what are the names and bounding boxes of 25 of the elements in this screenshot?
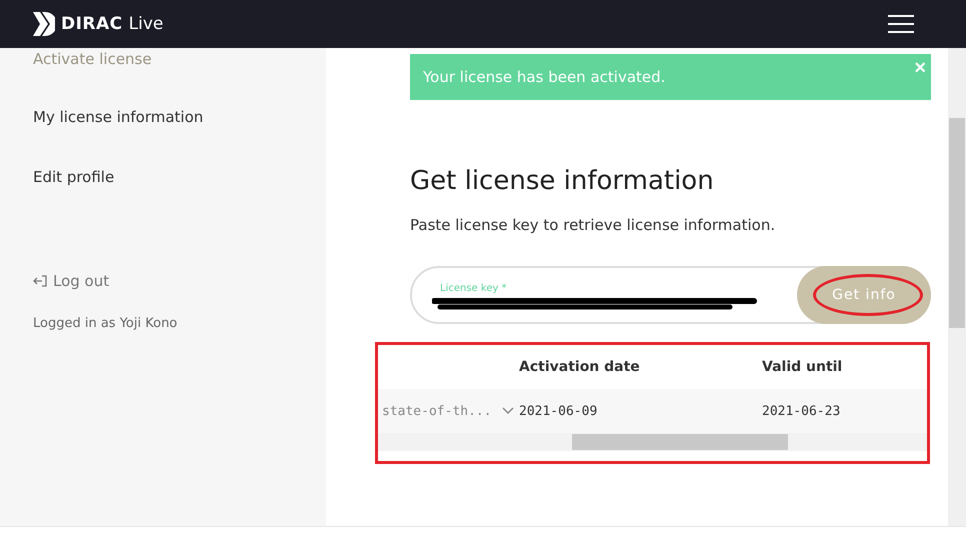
description-text: Paste license key to retrieve license information. xyxy=(410,216,776,234)
sidebar-item[interactable]: My license information xyxy=(33,108,204,126)
logout-icon xyxy=(33,275,47,287)
product-name: Live xyxy=(128,14,164,34)
logged-in-text: Logged in as Yoji Kono xyxy=(33,316,178,331)
sidebar-item[interactable]: Edit profile xyxy=(33,168,114,186)
close-button[interactable]: × xyxy=(914,57,926,80)
brand-name: DIRAC xyxy=(61,14,123,34)
vertical-scrollbar[interactable] xyxy=(948,48,966,526)
field-label: License key * xyxy=(440,283,507,294)
alert-message: Your license has been activated. xyxy=(423,68,666,86)
table-cell-text: 2021-06-23 xyxy=(762,404,842,418)
sidebar-item[interactable]: Activate license xyxy=(33,50,152,68)
table-cell: state-of-th... xyxy=(378,404,514,418)
get-info-button[interactable]: Get info xyxy=(797,266,931,324)
logout-link[interactable]: Log out xyxy=(33,272,110,290)
logo-icon xyxy=(33,12,55,36)
page-title: Get license information xyxy=(410,166,715,196)
license-key-field[interactable]: License key * Get info xyxy=(410,266,931,324)
chevron-down-icon[interactable] xyxy=(502,407,514,415)
column-header: Valid until xyxy=(762,359,844,375)
column-header: Activation date xyxy=(519,359,641,375)
horizontal-scrollbar[interactable] xyxy=(378,433,927,451)
table-cell-text: 2021-06-09 xyxy=(519,404,598,418)
menu-icon[interactable] xyxy=(888,15,914,33)
